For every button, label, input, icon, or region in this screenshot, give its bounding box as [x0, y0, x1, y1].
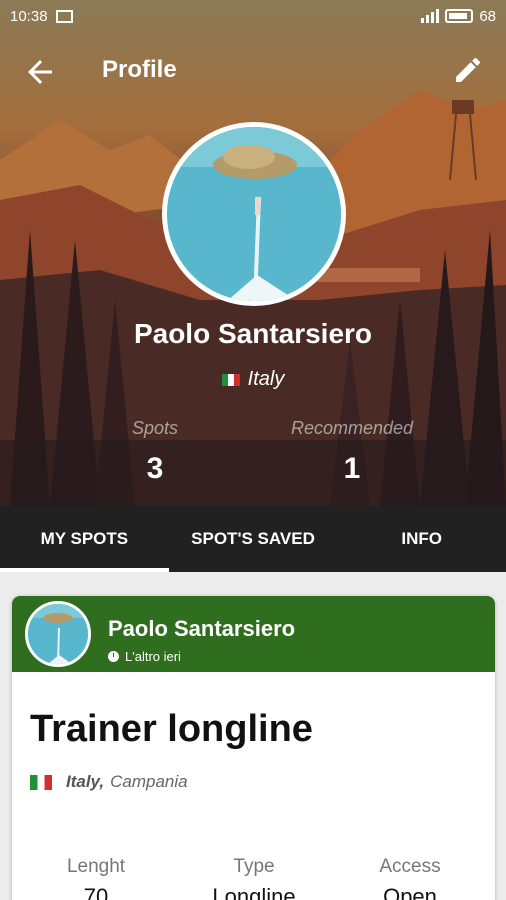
meta-value-type: Longline	[212, 884, 296, 900]
spot-card[interactable]: Paolo Santarsiero L'altro ieri Trainer l…	[12, 596, 495, 900]
profile-name: Paolo Santarsiero	[133, 318, 373, 349]
italy-flag-icon	[221, 373, 240, 386]
clock-icon	[108, 651, 119, 662]
stat-value-recommended: 1	[343, 452, 361, 485]
back-button[interactable]	[22, 54, 58, 90]
italy-flag-icon	[30, 774, 52, 790]
country-label: Italy	[247, 368, 285, 390]
arrow-left-icon	[28, 60, 52, 84]
author-avatar-image	[28, 604, 88, 664]
stat-label-spots: Spots	[131, 418, 179, 438]
profile-country: Italy	[0, 368, 506, 391]
meta-label-type: Type	[233, 856, 275, 877]
card-time-label: L'altro ieri	[125, 649, 181, 664]
profile-tabs: MY SPOTS SPOT'S SAVED INFO	[0, 506, 506, 572]
avatar-image	[167, 127, 341, 301]
card-timestamp: L'altro ieri	[108, 649, 181, 664]
battery-icon	[445, 9, 474, 23]
pencil-icon	[456, 57, 481, 82]
app-bar: Profile	[0, 40, 506, 104]
tab-my-spots[interactable]: MY SPOTS	[0, 506, 169, 572]
spot-country: Italy,	[66, 772, 105, 791]
profile-avatar[interactable]	[162, 122, 346, 306]
stat-label-recommended: Recommended	[290, 418, 414, 438]
edit-profile-button[interactable]	[452, 54, 488, 90]
stat-value-spots: 3	[146, 452, 164, 485]
status-time: 10:38	[10, 7, 48, 25]
status-bar: 10:38 68	[0, 0, 506, 32]
spot-region: Campania	[110, 772, 188, 791]
card-author-name: Paolo Santarsiero	[108, 616, 296, 641]
meta-label-length: Lenght	[66, 856, 126, 877]
battery-level: 68	[479, 7, 496, 25]
tab-info[interactable]: INFO	[337, 506, 506, 572]
profile-header: 10:38 68 Profile Paolo Santarsiero Italy…	[0, 0, 506, 506]
meta-value-length: 70	[83, 884, 109, 900]
spot-location: Italy, Campania	[30, 772, 188, 792]
image-icon	[55, 9, 73, 23]
meta-value-access: Open	[383, 884, 437, 900]
author-avatar[interactable]	[25, 601, 91, 667]
page-title: Profile	[102, 56, 177, 83]
meta-label-access: Access	[379, 856, 441, 877]
spot-title: Trainer longline	[30, 708, 313, 750]
tab-spots-saved[interactable]: SPOT'S SAVED	[169, 506, 338, 572]
card-header: Paolo Santarsiero L'altro ieri	[12, 596, 495, 672]
signal-icon	[421, 9, 440, 23]
